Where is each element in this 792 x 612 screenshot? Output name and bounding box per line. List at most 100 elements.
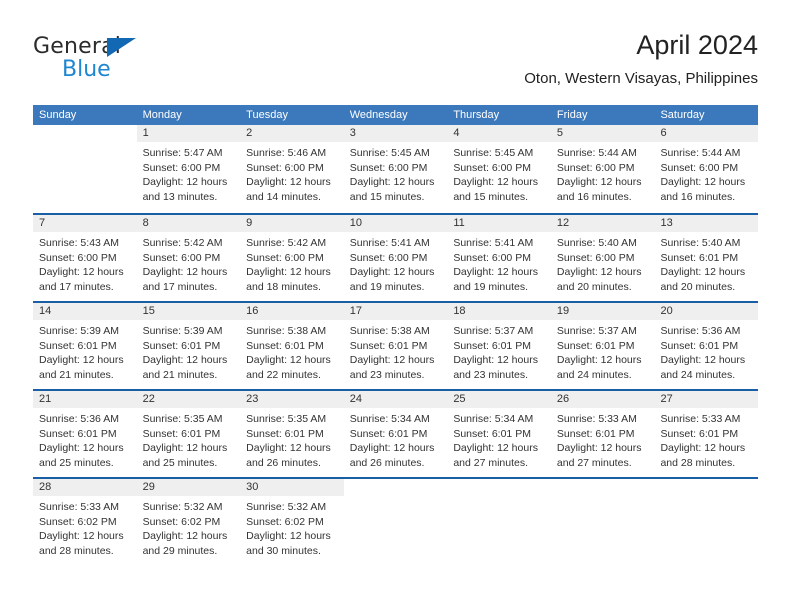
day-cell-1[interactable]: 1 Sunrise: 5:47 AM Sunset: 6:00 PM Daylight… <box>136 125 241 213</box>
day-cell-3[interactable]: 3 Sunrise: 5:45 AM Sunset: 6:00 PM Daylight… <box>343 125 448 213</box>
sunrise-text: Sunrise: 5:34 AM <box>453 413 534 425</box>
daylight-text-line1: Daylight: 12 hours <box>142 176 228 189</box>
daylight-text-line1: Daylight: 12 hours <box>142 266 228 279</box>
daylight-text-line2: and 16 minutes. <box>556 190 632 203</box>
day-number: 27 <box>654 391 759 408</box>
day-cell-2[interactable]: 2 Sunrise: 5:46 AM Sunset: 6:00 PM Daylight… <box>240 125 344 213</box>
calendar-week-row: 21 Sunrise: 5:36 AM Sunset: 6:01 PM Dayligh… <box>33 389 759 477</box>
day-cell-19[interactable]: 19 Sunrise: 5:37 AM Sunset: 6:01 PM Dayligh… <box>550 303 655 389</box>
day-cell-16[interactable]: 16 Sunrise: 5:38 AM Sunset: 6:01 PM Dayligh… <box>240 303 344 389</box>
day-number: 3 <box>343 125 448 142</box>
sunset-text: Sunset: 6:00 PM <box>142 251 221 264</box>
day-number <box>447 479 551 496</box>
day-cell-9[interactable]: 9 Sunrise: 5:42 AM Sunset: 6:00 PM Daylight… <box>240 215 344 301</box>
day-number <box>344 479 448 496</box>
sunrise-text: Sunrise: 5:35 AM <box>142 413 223 425</box>
sunset-text: Sunset: 6:00 PM <box>660 161 739 174</box>
day-details: Sunrise: 5:37 AM Sunset: 6:01 PM Daylight:… <box>447 320 551 382</box>
day-cell-empty <box>33 125 137 213</box>
sunset-text: Sunset: 6:02 PM <box>39 515 117 528</box>
weekday-header-friday: Friday <box>556 109 588 121</box>
day-cell-28[interactable]: 28 Sunrise: 5:33 AM Sunset: 6:02 PM Dayligh… <box>33 479 137 565</box>
day-cell-30[interactable]: 30 Sunrise: 5:32 AM Sunset: 6:02 PM Dayligh… <box>240 479 344 565</box>
day-details: Sunrise: 5:33 AM Sunset: 6:02 PM Daylight:… <box>33 496 137 558</box>
day-details: Sunrise: 5:42 AM Sunset: 6:00 PM Daylight:… <box>240 232 344 294</box>
sunset-text: Sunset: 6:01 PM <box>246 427 324 440</box>
day-number: 4 <box>447 125 551 142</box>
day-cell-20[interactable]: 20 Sunrise: 5:36 AM Sunset: 6:01 PM Dayligh… <box>654 303 759 389</box>
day-cell-23[interactable]: 23 Sunrise: 5:35 AM Sunset: 6:01 PM Dayligh… <box>240 391 344 477</box>
weekday-header-thursday: Thursday <box>453 109 500 121</box>
daylight-text-line2: and 30 minutes. <box>246 544 321 557</box>
daylight-text-line1: Daylight: 12 hours <box>453 354 538 367</box>
daylight-text-line2: and 23 minutes. <box>453 368 529 381</box>
sunset-text: Sunset: 6:01 PM <box>349 427 428 440</box>
sunset-text: Sunset: 6:00 PM <box>453 161 531 174</box>
day-cell-22[interactable]: 22 Sunrise: 5:35 AM Sunset: 6:01 PM Dayligh… <box>136 391 241 477</box>
daylight-text-line2: and 29 minutes. <box>142 544 218 557</box>
daylight-text-line2: and 20 minutes. <box>660 280 736 293</box>
calendar-week-row: 14 Sunrise: 5:39 AM Sunset: 6:01 PM Dayligh… <box>33 301 759 389</box>
day-cell-15[interactable]: 15 Sunrise: 5:39 AM Sunset: 6:01 PM Dayligh… <box>136 303 241 389</box>
day-cell-11[interactable]: 11 Sunrise: 5:41 AM Sunset: 6:00 PM Dayligh… <box>447 215 551 301</box>
day-number: 7 <box>33 215 137 232</box>
day-cell-26[interactable]: 26 Sunrise: 5:33 AM Sunset: 6:01 PM Dayligh… <box>550 391 655 477</box>
day-cell-empty <box>344 479 448 565</box>
day-details: Sunrise: 5:40 AM Sunset: 6:00 PM Daylight:… <box>551 232 655 294</box>
sunrise-text: Sunrise: 5:42 AM <box>142 237 223 249</box>
daylight-text-line1: Daylight: 12 hours <box>556 354 642 367</box>
day-cell-17[interactable]: 17 Sunrise: 5:38 AM Sunset: 6:01 PM Dayligh… <box>343 303 448 389</box>
day-details: Sunrise: 5:35 AM Sunset: 6:01 PM Daylight:… <box>137 408 241 470</box>
day-cell-8[interactable]: 8 Sunrise: 5:42 AM Sunset: 6:00 PM Daylight… <box>136 215 241 301</box>
day-cell-14[interactable]: 14 Sunrise: 5:39 AM Sunset: 6:01 PM Dayligh… <box>33 303 137 389</box>
day-cell-empty <box>654 479 758 565</box>
day-number: 25 <box>447 391 551 408</box>
brand-logo[interactable]: General Blue <box>33 34 233 90</box>
sunrise-text: Sunrise: 5:33 AM <box>39 501 119 513</box>
day-cell-27[interactable]: 27 Sunrise: 5:33 AM Sunset: 6:01 PM Dayligh… <box>654 391 759 477</box>
weekday-header-row: Sunday Monday Tuesday Wednesday Thursday Frid… <box>33 105 758 125</box>
daylight-text-line1: Daylight: 12 hours <box>39 354 124 367</box>
day-details: Sunrise: 5:43 AM Sunset: 6:00 PM Daylight:… <box>33 232 137 294</box>
sunrise-text: Sunrise: 5:40 AM <box>660 237 741 249</box>
daylight-text-line2: and 28 minutes. <box>39 544 114 557</box>
sunrise-text: Sunrise: 5:42 AM <box>246 237 327 249</box>
day-cell-18[interactable]: 18 Sunrise: 5:37 AM Sunset: 6:01 PM Dayligh… <box>447 303 551 389</box>
day-details: Sunrise: 5:46 AM Sunset: 6:00 PM Daylight:… <box>240 142 344 204</box>
day-number: 8 <box>136 215 241 232</box>
daylight-text-line1: Daylight: 12 hours <box>556 176 642 189</box>
day-details: Sunrise: 5:39 AM Sunset: 6:01 PM Daylight:… <box>33 320 137 382</box>
day-number: 6 <box>654 125 759 142</box>
sunset-text: Sunset: 6:01 PM <box>660 339 739 352</box>
day-cell-29[interactable]: 29 Sunrise: 5:32 AM Sunset: 6:02 PM Dayligh… <box>136 479 241 565</box>
day-cell-13[interactable]: 13 Sunrise: 5:40 AM Sunset: 6:01 PM Dayligh… <box>654 215 759 301</box>
day-cell-4[interactable]: 4 Sunrise: 5:45 AM Sunset: 6:00 PM Daylight… <box>447 125 551 213</box>
calendar-page: General Blue April 2024 Oton, Western Vi… <box>0 0 792 612</box>
daylight-text-line1: Daylight: 12 hours <box>453 266 538 279</box>
sunset-text: Sunset: 6:00 PM <box>246 251 324 264</box>
sunset-text: Sunset: 6:01 PM <box>142 339 221 352</box>
day-cell-24[interactable]: 24 Sunrise: 5:34 AM Sunset: 6:01 PM Dayligh… <box>343 391 448 477</box>
daylight-text-line2: and 22 minutes. <box>246 368 321 381</box>
day-cell-12[interactable]: 12 Sunrise: 5:40 AM Sunset: 6:00 PM Dayligh… <box>550 215 655 301</box>
day-number: 10 <box>343 215 448 232</box>
daylight-text-line2: and 17 minutes. <box>39 280 114 293</box>
day-cell-6[interactable]: 6 Sunrise: 5:44 AM Sunset: 6:00 PM Daylight… <box>654 125 759 213</box>
day-cell-25[interactable]: 25 Sunrise: 5:34 AM Sunset: 6:01 PM Dayligh… <box>447 391 551 477</box>
location-subtitle: Oton, Western Visayas, Philippines <box>524 70 758 87</box>
day-details: Sunrise: 5:36 AM Sunset: 6:01 PM Daylight:… <box>33 408 137 470</box>
day-cell-5[interactable]: 5 Sunrise: 5:44 AM Sunset: 6:00 PM Daylight… <box>550 125 655 213</box>
day-cell-10[interactable]: 10 Sunrise: 5:41 AM Sunset: 6:00 PM Dayligh… <box>343 215 448 301</box>
daylight-text-line2: and 28 minutes. <box>660 456 736 469</box>
daylight-text-line2: and 26 minutes. <box>246 456 321 469</box>
calendar-week-row: 28 Sunrise: 5:33 AM Sunset: 6:02 PM Dayligh… <box>33 477 758 565</box>
day-details: Sunrise: 5:32 AM Sunset: 6:02 PM Daylight:… <box>137 496 241 558</box>
day-cell-21[interactable]: 21 Sunrise: 5:36 AM Sunset: 6:01 PM Dayligh… <box>33 391 137 477</box>
page-title: April 2024 <box>636 30 758 60</box>
calendar-weeks: 1 Sunrise: 5:47 AM Sunset: 6:00 PM Daylight… <box>33 125 759 565</box>
sunset-text: Sunset: 6:00 PM <box>349 161 428 174</box>
day-cell-7[interactable]: 7 Sunrise: 5:43 AM Sunset: 6:00 PM Daylight… <box>33 215 137 301</box>
daylight-text-line1: Daylight: 12 hours <box>39 442 124 455</box>
daylight-text-line1: Daylight: 12 hours <box>349 354 435 367</box>
daylight-text-line2: and 24 minutes. <box>556 368 632 381</box>
